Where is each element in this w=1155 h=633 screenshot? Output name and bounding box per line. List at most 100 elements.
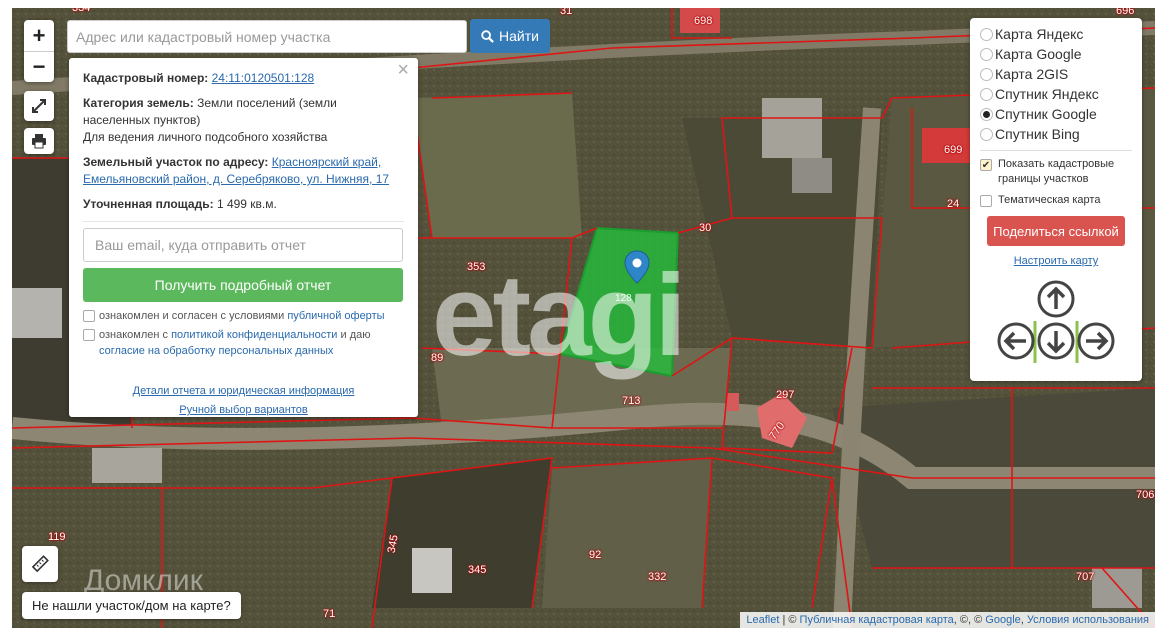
layer-radio[interactable] [980,87,993,101]
offer-consent-text: ознакомлен и согласен с условиями публич… [99,308,385,324]
layer-option-label: Карта Google [995,46,1082,62]
pan-right-icon[interactable] [1077,322,1115,360]
pkk-link[interactable]: Публичная кадастровая карта [800,614,954,626]
address-row: Земельный участок по адресу: Красноярски… [83,154,404,188]
layer-option-label: Спутник Bing [995,126,1080,142]
show-borders-checkbox[interactable]: ✔ [980,159,992,171]
category-row: Категория земель: Земли поселений (земли… [83,95,404,146]
layer-radio[interactable] [980,47,993,61]
area-value: 1 499 кв.м. [216,197,277,211]
address-label: Земельный участок по адресу: [83,155,269,169]
get-report-button[interactable]: Получить подробный отчет [83,268,403,302]
thematic-map-checkbox[interactable] [980,195,992,207]
parcel-label: 713 [622,395,641,407]
zoom-out-button[interactable]: − [24,51,54,82]
pan-left-icon[interactable] [997,322,1035,360]
layer-radio[interactable] [980,67,993,81]
parcel-label: 31 [560,8,573,17]
email-field[interactable]: Ваш email, куда отправить отчет [83,228,403,262]
thematic-map-label: Тематическая карта [998,194,1101,206]
parcel-label: 699 [944,144,963,156]
cadastral-row: Кадастровый номер: 24:11:0120501:128 [83,70,404,87]
expand-icon [32,99,46,113]
parcel-label: 24 [947,198,960,210]
privacy-consent-and: и даю [340,329,371,341]
layer-option[interactable]: Спутник Google [980,104,1132,124]
search-placeholder: Адрес или кадастровый номер участка [76,28,331,45]
print-button[interactable] [24,128,54,154]
layer-option-label: Спутник Google [995,106,1097,122]
measure-button[interactable] [22,546,58,582]
parcel-label: 92 [589,549,602,561]
map-attribution: Leaflet | © Публичная кадастровая карта … [740,612,1155,628]
zoom-control: + − [24,20,54,82]
show-borders-option[interactable]: ✔ Показать кадастровые границы участков [980,157,1132,187]
parcel-label: 698 [694,15,713,27]
etagi-watermark: etagi [432,250,687,380]
offer-consent-checkbox[interactable] [83,310,95,322]
parcel-label: 297 [776,389,795,401]
layer-option[interactable]: Карта 2GIS [980,64,1132,84]
search-input[interactable]: Адрес или кадастровый номер участка [67,20,467,53]
cadastral-number-link[interactable]: 24:11:0120501:128 [212,71,315,85]
search-button-label: Найти [499,28,539,44]
parcel-label: 706 [1136,489,1155,501]
layer-option[interactable]: Карта Яндекс [980,24,1132,44]
layer-option[interactable]: Спутник Bing [980,124,1132,144]
parcel-label: 345 [468,564,487,576]
pan-down-icon[interactable] [1037,322,1075,360]
thematic-map-option[interactable]: Тематическая карта [980,193,1132,208]
terms-link[interactable]: Условия использования [1027,614,1149,626]
configure-map-link[interactable]: Настроить карту [980,255,1132,267]
pan-up-icon[interactable] [1037,280,1075,318]
area-row: Уточненная площадь: 1 499 кв.м. [83,196,404,222]
search-button[interactable]: Найти [470,19,550,53]
personal-data-consent-link[interactable]: согласие на обработку персональных данны… [99,345,333,357]
area-label: Уточненная площадь: [83,197,214,211]
offer-consent-row: ознакомлен и согласен с условиями публич… [83,308,404,324]
fullscreen-button[interactable] [24,91,54,121]
privacy-policy-link[interactable]: политикой конфиденциальности [171,329,337,341]
attribution-sep: | © [779,614,800,626]
show-borders-label: Показать кадастровые границы участков [998,158,1115,185]
zoom-in-button[interactable]: + [24,20,54,51]
layer-option-label: Карта Яндекс [995,26,1084,42]
search-icon [481,29,494,43]
parcel-label: 334 [72,8,91,14]
close-icon[interactable]: × [397,60,409,80]
attribution-mid: , ©, © [953,614,986,626]
privacy-consent-label: ознакомлен с [99,329,169,341]
parcel-label: 696 [1116,8,1135,17]
not-found-button[interactable]: Не нашли участок/дом на карте? [22,592,241,619]
land-use-value: Для ведения личного подсобного хозяйства [83,130,328,144]
leaflet-link[interactable]: Leaflet [746,614,779,626]
parcel-label: 30 [699,222,712,234]
parcel-label: 707 [1076,571,1095,583]
parcel-label: 332 [648,571,667,583]
offer-consent-label: ознакомлен и согласен с условиями [99,310,285,322]
divider [980,150,1132,151]
layer-radio[interactable] [980,127,993,141]
layers-panel: Карта Яндекс Карта Google Карта 2GIS Спутни… [970,18,1142,381]
email-placeholder: Ваш email, куда отправить отчет [95,236,306,253]
base-layer-list: Карта Яндекс Карта Google Карта 2GIS Спутни… [980,24,1132,144]
ruler-icon [31,555,49,573]
layer-option[interactable]: Карта Google [980,44,1132,64]
manual-selection-link[interactable]: Ручной выбор вариантов [83,402,404,419]
printer-icon [32,134,46,149]
layer-option-label: Спутник Яндекс [995,86,1099,102]
google-link[interactable]: Google [985,614,1020,626]
share-link-button[interactable]: Поделиться ссылкой [987,216,1125,246]
report-details-link[interactable]: Детали отчета и юридическая информация [83,383,404,400]
category-label: Категория земель: [83,96,194,110]
privacy-consent-row: ознакомлен с политикой конфиденциальност… [83,327,404,359]
privacy-consent-checkbox[interactable] [83,329,95,341]
layer-option-label: Карта 2GIS [995,66,1069,82]
public-offer-link[interactable]: публичной оферты [287,310,384,322]
layer-radio[interactable] [980,107,993,121]
layer-option[interactable]: Спутник Яндекс [980,84,1132,104]
parcel-info-panel: × Кадастровый номер: 24:11:0120501:128 К… [69,58,418,417]
parcel-label: 71 [323,608,336,620]
privacy-consent-text: ознакомлен с политикой конфиденциальност… [99,327,404,359]
layer-radio[interactable] [980,27,993,41]
